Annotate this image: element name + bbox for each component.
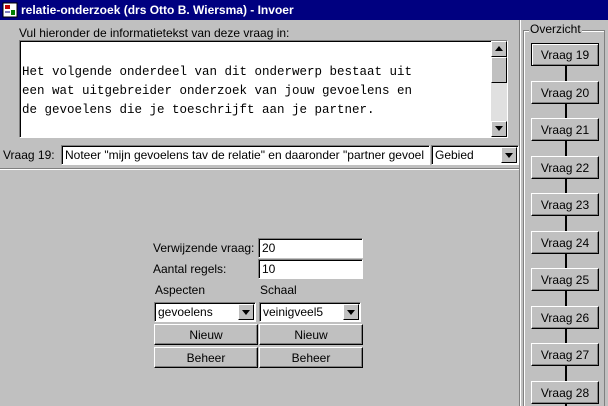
info-label: Vul hieronder de informatietekst van dez… [19,26,290,40]
arrow-down-icon [495,125,503,134]
overview-question-button[interactable]: Vraag 20 [531,81,599,104]
overview-title: Overzicht [529,22,582,36]
overview-question-button[interactable]: Vraag 22 [531,156,599,179]
overview-connector [565,141,567,156]
scale-select[interactable]: veinigveel5 [259,302,361,322]
info-text[interactable]: Het volgende onderdeel van dit onderwerp… [22,44,490,137]
question-input[interactable]: Noteer "mijn gevoelens tav de relatie" e… [61,145,430,165]
new-aspect-button[interactable]: Nieuw [154,324,258,345]
lines-label: Aantal regels: [153,262,227,276]
scale-label: Schaal [260,283,297,297]
overview-connector [565,254,567,268]
new-scale-button[interactable]: Nieuw [259,324,363,345]
lines-input[interactable]: 10 [258,259,363,279]
question-type-select[interactable]: Gebied [431,145,519,165]
aspects-select[interactable]: gevoelens [154,302,256,322]
manage-scale-button[interactable]: Beheer [259,347,363,368]
overview-connector [565,179,567,193]
overview-question-button[interactable]: Vraag 26 [531,306,599,329]
scroll-up-button[interactable] [491,41,507,57]
aspects-label: Aspecten [155,283,206,297]
overview-question-button[interactable]: Vraag 25 [531,268,599,291]
info-scrollbar[interactable] [491,41,507,137]
overview-connector [565,66,567,81]
overview-connector [565,291,567,306]
overview-question-button[interactable]: Vraag 27 [531,343,599,366]
aspects-value: gevoelens [158,305,213,319]
overview-connector [565,104,567,118]
scale-value: veinigveel5 [263,305,324,319]
vertical-divider [519,20,521,406]
title-bar[interactable]: relatie-onderzoek (drs Otto B. Wiersma) … [0,0,608,20]
arrow-up-icon [495,45,503,54]
overview-connector [565,329,567,343]
question-type-value: Gebied [435,148,474,162]
window-title: relatie-onderzoek (drs Otto B. Wiersma) … [21,3,294,17]
overview-connector [565,366,567,381]
manage-aspects-button[interactable]: Beheer [154,347,258,368]
overview-question-button[interactable]: Vraag 28 [531,381,599,404]
overview-question-button[interactable]: Vraag 23 [531,193,599,216]
chevron-down-icon[interactable] [501,147,517,163]
question-label: Vraag 19: [3,148,55,162]
overview-question-button[interactable]: Vraag 19 [531,43,599,66]
overview-connector [565,216,567,231]
info-textarea[interactable]: Het volgende onderdeel van dit onderwerp… [19,40,508,138]
chevron-down-icon[interactable] [343,304,359,320]
scroll-thumb[interactable] [491,57,507,83]
app-icon [2,2,18,18]
ref-question-label: Verwijzende vraag: [153,241,255,255]
chevron-down-icon[interactable] [238,304,254,320]
overview-question-button[interactable]: Vraag 24 [531,231,599,254]
ref-question-input[interactable]: 20 [258,238,363,258]
scroll-down-button[interactable] [491,121,507,137]
horizontal-divider [0,168,520,170]
main-panel: Vul hieronder de informatietekst van dez… [0,20,521,406]
overview-question-button[interactable]: Vraag 21 [531,118,599,141]
